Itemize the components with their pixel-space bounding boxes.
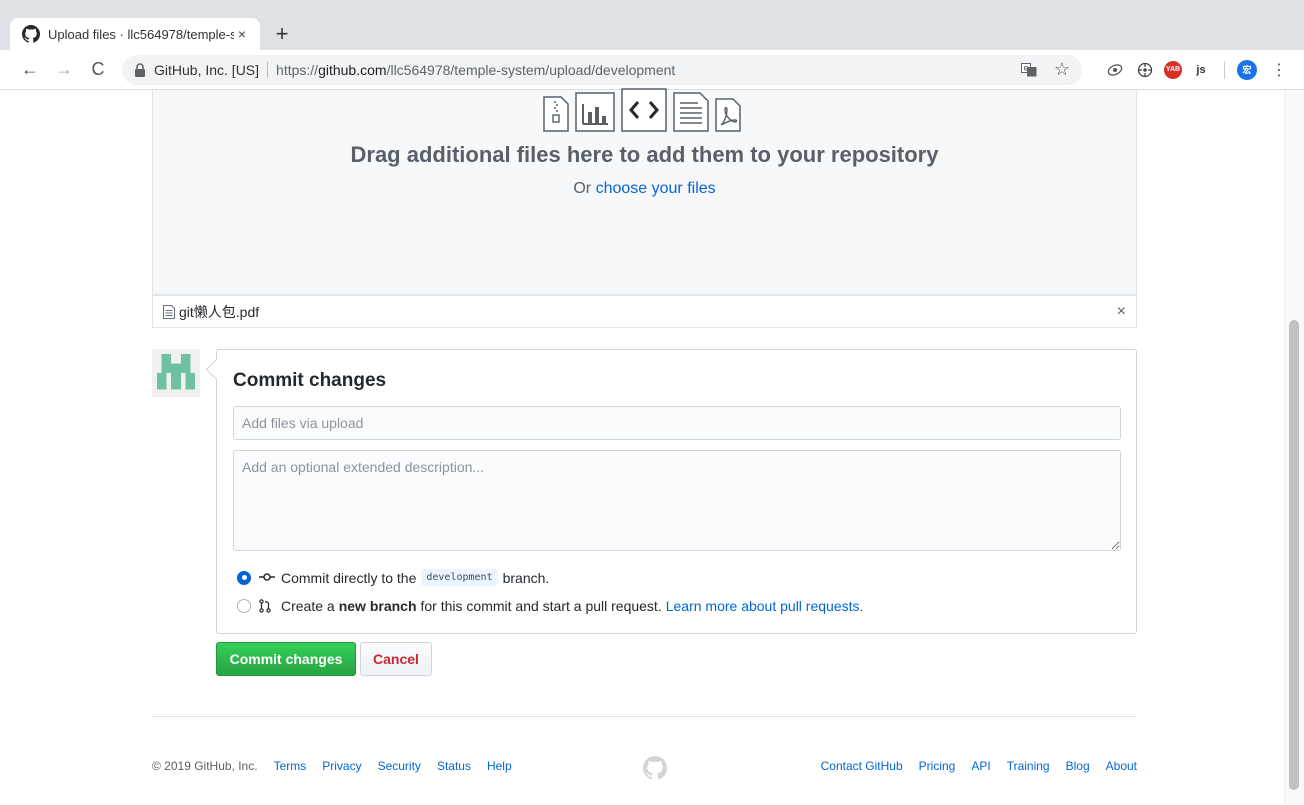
commit-new-branch-option[interactable]: Create a new branch for this commit and … bbox=[237, 598, 863, 614]
address-bar[interactable]: GitHub, Inc. [US] https://github.com/llc… bbox=[122, 54, 1082, 85]
footer-link-privacy[interactable]: Privacy bbox=[322, 759, 361, 773]
footer-link-api[interactable]: API bbox=[971, 759, 990, 773]
translate-icon[interactable]: G bbox=[1018, 59, 1040, 81]
text-file-icon bbox=[673, 92, 709, 132]
tab-title: Upload files · llc564978/temple-system bbox=[48, 26, 234, 42]
forward-button[interactable]: → bbox=[50, 56, 78, 84]
tab-close-icon[interactable]: × bbox=[234, 26, 250, 42]
extension-js-icon[interactable]: js bbox=[1190, 59, 1212, 81]
commit-summary-input[interactable] bbox=[233, 406, 1121, 440]
footer-link-security[interactable]: Security bbox=[378, 759, 421, 773]
file-icon bbox=[163, 304, 175, 319]
file-type-icons bbox=[543, 88, 741, 132]
branch-name: development bbox=[421, 569, 498, 586]
browser-toolbar: ← → C GitHub, Inc. [US] https://github.c… bbox=[0, 50, 1304, 90]
cancel-button[interactable]: Cancel bbox=[360, 642, 432, 676]
bookmark-star-icon[interactable]: ☆ bbox=[1054, 59, 1070, 80]
pdf-file-icon bbox=[715, 98, 741, 132]
url-text[interactable]: https://github.com/llc564978/temple-syst… bbox=[276, 62, 675, 78]
site-footer: © 2019 GitHub, Inc. Terms Privacy Securi… bbox=[152, 756, 1137, 780]
extension-eye-icon[interactable] bbox=[1104, 59, 1126, 81]
uploaded-file-row: git懒人包.pdf × bbox=[152, 295, 1137, 328]
git-pull-request-icon bbox=[259, 599, 275, 613]
lock-icon bbox=[134, 62, 148, 77]
dropzone-subtitle: Or choose your files bbox=[573, 180, 716, 197]
new-branch-radio[interactable] bbox=[237, 599, 251, 613]
github-icon bbox=[22, 25, 40, 43]
page-scrollbar[interactable] bbox=[1284, 90, 1304, 805]
footer-link-blog[interactable]: Blog bbox=[1066, 759, 1090, 773]
git-commit-icon bbox=[259, 571, 275, 585]
remove-file-icon[interactable]: × bbox=[1117, 303, 1126, 321]
footer-link-about[interactable]: About bbox=[1106, 759, 1137, 773]
back-button[interactable]: ← bbox=[16, 56, 44, 84]
footer-link-help[interactable]: Help bbox=[487, 759, 512, 773]
commit-direct-radio[interactable] bbox=[237, 570, 251, 585]
svg-text:G: G bbox=[1023, 65, 1028, 72]
address-separator bbox=[267, 61, 269, 78]
browser-tab-active[interactable]: Upload files · llc564978/temple-system × bbox=[10, 18, 260, 50]
new-tab-button[interactable]: + bbox=[270, 20, 294, 48]
commit-form: Commit changes Commit directly to the de… bbox=[216, 349, 1137, 634]
upload-dropzone[interactable]: Drag additional files here to add them t… bbox=[152, 88, 1137, 295]
github-mark-icon[interactable] bbox=[643, 756, 668, 780]
footer-divider bbox=[152, 716, 1137, 717]
commit-changes-button[interactable]: Commit changes bbox=[216, 642, 356, 676]
footer-link-contact[interactable]: Contact GitHub bbox=[821, 759, 903, 773]
commit-direct-option[interactable]: Commit directly to the development branc… bbox=[237, 569, 549, 586]
avatar bbox=[152, 349, 200, 397]
footer-link-pricing[interactable]: Pricing bbox=[919, 759, 956, 773]
footer-copyright: © 2019 GitHub, Inc. bbox=[152, 759, 258, 773]
footer-link-terms[interactable]: Terms bbox=[274, 759, 307, 773]
footer-link-status[interactable]: Status bbox=[437, 759, 471, 773]
learn-more-pull-requests-link[interactable]: Learn more about pull requests. bbox=[666, 598, 864, 614]
extension-compass-icon[interactable] bbox=[1134, 59, 1156, 81]
footer-link-training[interactable]: Training bbox=[1007, 759, 1050, 773]
choose-files-link[interactable]: choose your files bbox=[596, 180, 716, 197]
commit-form-title: Commit changes bbox=[233, 370, 387, 391]
scrollbar-thumb[interactable] bbox=[1289, 320, 1299, 790]
zip-file-icon bbox=[543, 96, 569, 132]
code-file-icon bbox=[621, 88, 667, 132]
profile-avatar[interactable]: 宏 bbox=[1237, 59, 1257, 80]
browser-menu-icon[interactable]: ⋮ bbox=[1271, 60, 1287, 80]
browser-tabstrip: Upload files · llc564978/temple-system ×… bbox=[0, 0, 1304, 50]
chart-file-icon bbox=[575, 92, 615, 132]
commit-description-input[interactable] bbox=[233, 450, 1121, 551]
toolbar-separator bbox=[1224, 60, 1225, 79]
uploaded-file-name: git懒人包.pdf bbox=[179, 303, 260, 320]
site-identity: GitHub, Inc. [US] bbox=[154, 61, 260, 78]
extension-yab-icon[interactable]: YAB bbox=[1164, 60, 1182, 79]
reload-button[interactable]: C bbox=[84, 56, 112, 84]
dropzone-title: Drag additional files here to add them t… bbox=[350, 142, 939, 167]
